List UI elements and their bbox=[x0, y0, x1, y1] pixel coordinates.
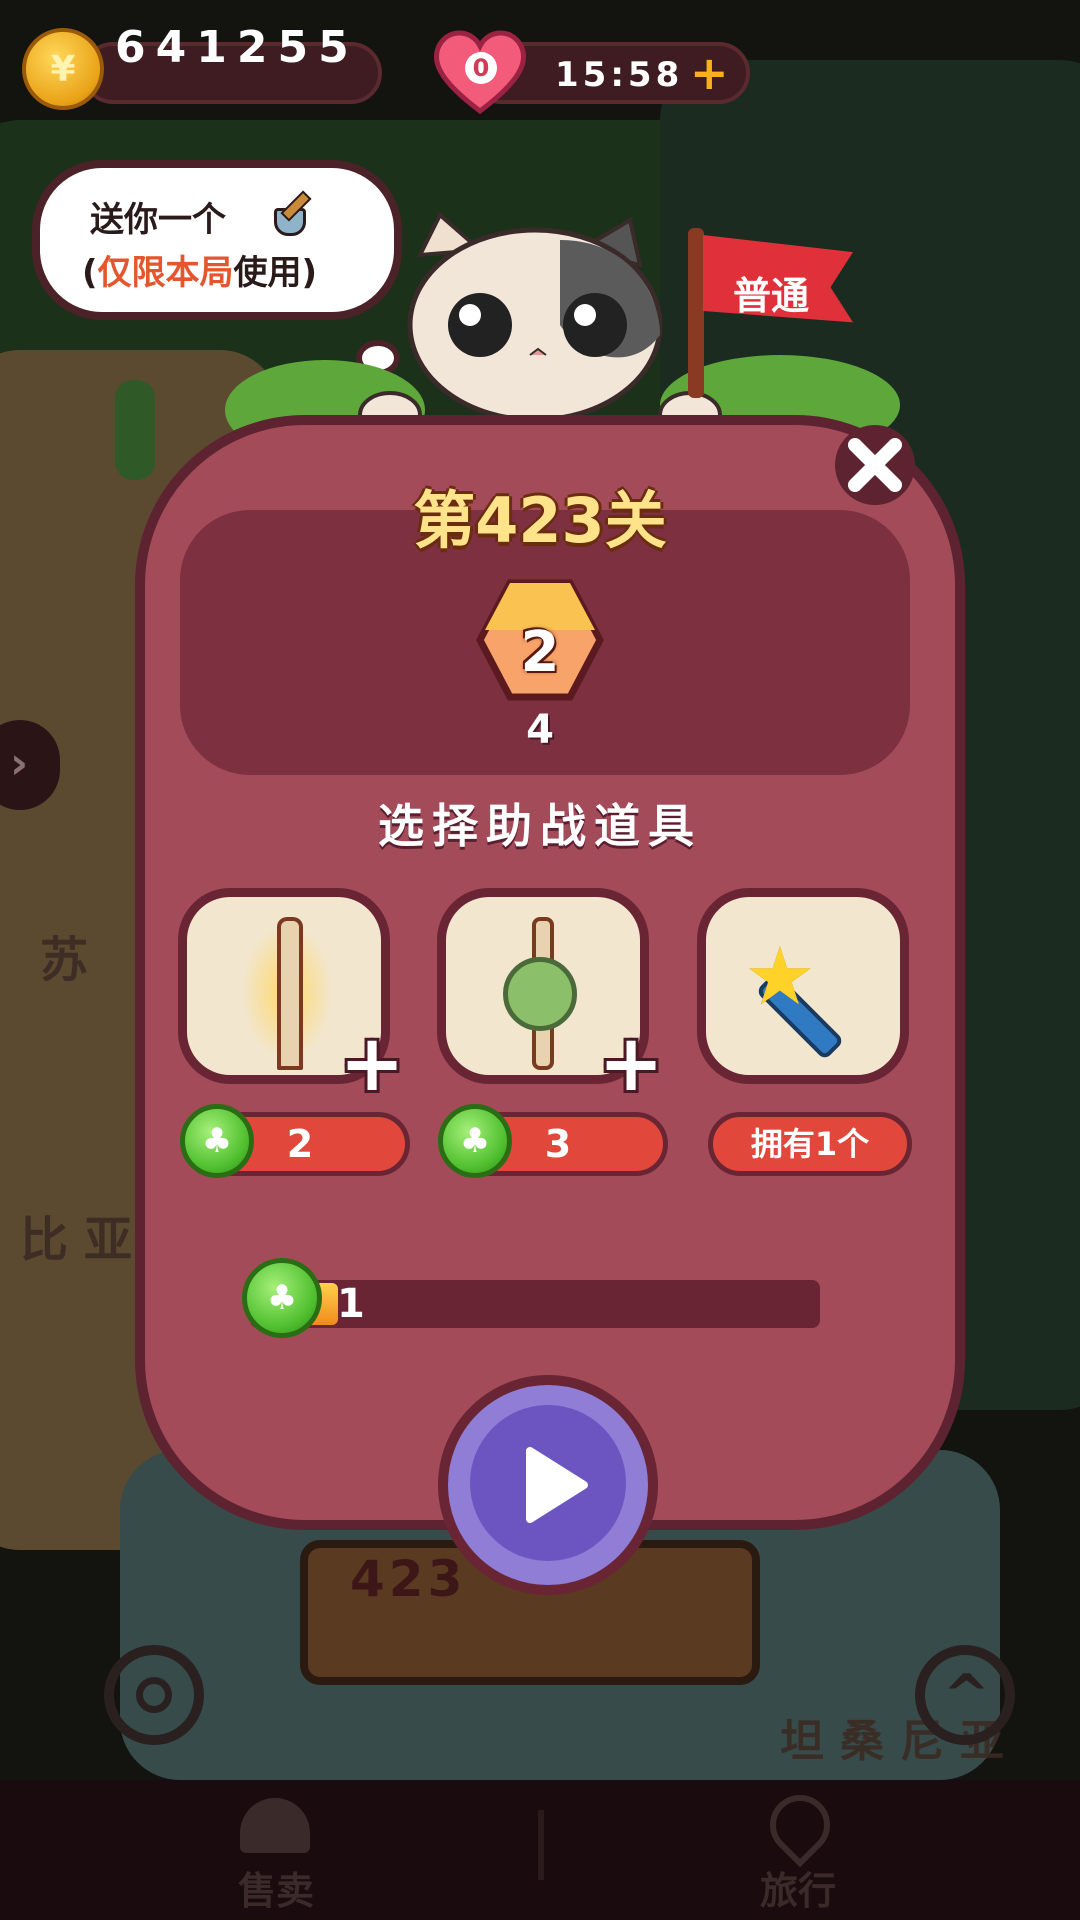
clover-icon: ♣ bbox=[438, 1104, 512, 1178]
goal-count: 2 bbox=[520, 620, 560, 685]
difficulty-label: 普通 bbox=[733, 274, 810, 318]
lives-count: 0 bbox=[465, 52, 497, 84]
level-sign-label: 423 bbox=[350, 1550, 467, 1608]
clover-progress-value: 1 bbox=[337, 1281, 365, 1327]
life-timer: 15:58 bbox=[555, 55, 684, 95]
settings-button[interactable] bbox=[104, 1645, 204, 1745]
clover-icon: ♣ bbox=[242, 1258, 322, 1338]
map-label: 苏 bbox=[40, 932, 105, 988]
cactus-icon bbox=[115, 380, 155, 480]
play-icon bbox=[526, 1447, 588, 1523]
scroll-up-button[interactable]: ^ bbox=[915, 1645, 1015, 1745]
bubble-line1: 送你一个 bbox=[90, 200, 226, 240]
section-title: 选择助战道具 bbox=[378, 799, 702, 853]
yen-coin-icon: ¥ bbox=[22, 28, 104, 110]
add-booster-1-button[interactable]: + bbox=[333, 1025, 411, 1103]
coin-amount: 641255 bbox=[115, 22, 359, 73]
bubble-highlight: 仅限本局 bbox=[97, 253, 234, 293]
magic-wand-icon: ★ bbox=[744, 930, 816, 1023]
booster-slot-3[interactable]: ★ bbox=[697, 888, 909, 1084]
map-label: 比亚 bbox=[20, 1212, 149, 1268]
clover-icon: ♣ bbox=[180, 1104, 254, 1178]
goal-target: 4 bbox=[526, 707, 554, 753]
chevron-up-icon: ^ bbox=[943, 1663, 990, 1728]
bottom-nav bbox=[0, 1780, 1080, 1920]
nav-divider bbox=[538, 1810, 544, 1880]
chevron-right-icon: › bbox=[10, 738, 29, 789]
grass-stick-icon bbox=[503, 957, 577, 1031]
shovel-icon bbox=[268, 188, 318, 236]
add-lives-button[interactable]: + bbox=[690, 46, 729, 100]
light-stick-icon bbox=[277, 917, 303, 1070]
gear-icon bbox=[136, 1677, 172, 1713]
add-booster-2-button[interactable]: + bbox=[592, 1025, 670, 1103]
close-button[interactable] bbox=[830, 420, 920, 510]
booster-3-owned[interactable]: 拥有1个 bbox=[708, 1112, 912, 1176]
bubble-line2: (仅限本局使用) bbox=[82, 253, 318, 293]
tab-sell[interactable]: 售卖 bbox=[238, 1860, 314, 1915]
tab-travel[interactable]: 旅行 bbox=[760, 1860, 836, 1915]
